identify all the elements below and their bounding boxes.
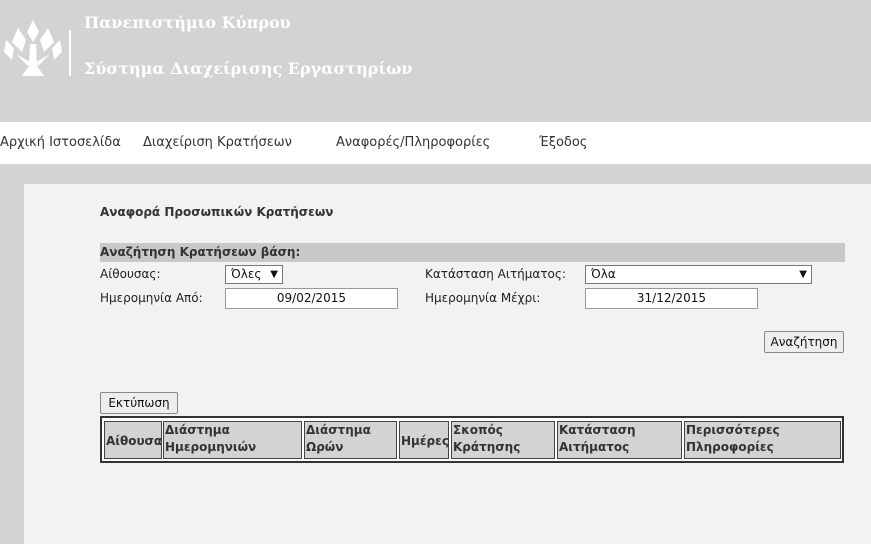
from-date-label: Ημερομηνία Από: (100, 291, 203, 305)
column-header-days: Ημέρες (399, 421, 449, 459)
results-table: Αίθουσα Διάστημα Ημερομηνιών Διάστημα Ωρ… (100, 416, 844, 463)
from-date-field[interactable]: 09/02/2015 (225, 288, 398, 309)
page-title: Αναφορά Προσωπικών Κρατήσεων (100, 205, 334, 219)
column-header-room: Αίθουσα (104, 421, 162, 459)
status-select[interactable]: Όλα ▼ (585, 265, 812, 284)
print-button[interactable]: Εκτύπωση (100, 392, 178, 414)
chevron-down-icon: ▼ (270, 269, 278, 280)
logo-divider (69, 30, 71, 76)
tree-logo-icon (4, 20, 62, 76)
column-header-more-info: Περισσότερες Πληροφορίες (684, 421, 841, 459)
main-nav: Αρχική Ιστοσελίδα Διαχείριση Κρατήσεων Α… (0, 122, 871, 164)
room-select[interactable]: Όλες ▼ (225, 265, 283, 284)
status-label: Κατάσταση Αιτήματος: (425, 267, 566, 281)
chevron-down-icon: ▼ (799, 269, 807, 280)
system-title: Σύστημα Διαχείρισης Εργαστηρίων (84, 59, 413, 78)
column-header-date-range: Διάστημα Ημερομηνιών (163, 421, 302, 459)
column-header-purpose: Σκοπός Κράτησης (451, 421, 555, 459)
search-button[interactable]: Αναζήτηση (764, 331, 844, 353)
nav-item-reports[interactable]: Αναφορές/Πληροφορίες (336, 135, 490, 150)
column-header-status: Κατάσταση Αιτήματος (557, 421, 682, 459)
nav-item-logout[interactable]: Έξοδος (539, 135, 587, 150)
content-panel (24, 184, 871, 544)
column-header-time-range: Διάστημα Ωρών (304, 421, 397, 459)
search-section-heading: Αναζήτηση Κρατήσεων βάση: (100, 243, 845, 262)
site-header: Πανεπιστήμιο Κύπρου Σύστημα Διαχείρισης … (0, 0, 871, 122)
nav-item-bookings[interactable]: Διαχείριση Κρατήσεων (143, 135, 292, 150)
room-label: Αίθουσας: (100, 267, 161, 281)
nav-item-home[interactable]: Αρχική Ιστοσελίδα (0, 135, 121, 150)
university-title: Πανεπιστήμιο Κύπρου (84, 13, 291, 32)
room-select-value: Όλες (231, 267, 262, 281)
to-date-label: Ημερομηνία Μέχρι: (425, 291, 541, 305)
to-date-field[interactable]: 31/12/2015 (585, 288, 758, 309)
status-select-value: Όλα (591, 267, 616, 281)
